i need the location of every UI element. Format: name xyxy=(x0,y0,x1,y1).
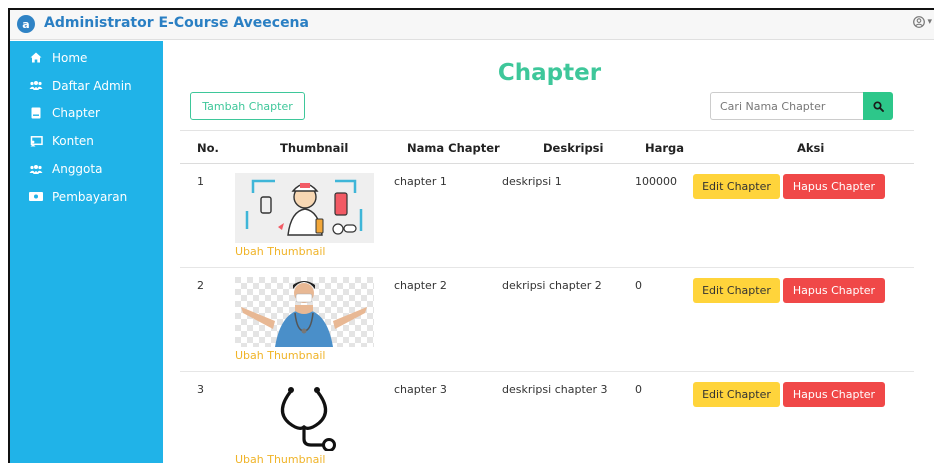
sidebar-item-konten[interactable]: Konten xyxy=(10,127,163,155)
table-row: 1 Ubah Thumbnail chapter 1 deskripsi 1 1… xyxy=(180,164,914,268)
sidebar-item-pembayaran[interactable]: Pembayaran xyxy=(10,183,163,211)
sidebar-item-label: Konten xyxy=(52,134,94,149)
row-number: 3 xyxy=(197,383,204,396)
user-menu[interactable]: ▾ xyxy=(913,16,932,28)
chapter-price: 0 xyxy=(635,279,642,292)
chapter-name: chapter 2 xyxy=(394,279,447,292)
top-navbar: a Administrator E-Course Aveecena ▾ xyxy=(10,10,934,40)
chapter-price: 0 xyxy=(635,383,642,396)
row-number: 1 xyxy=(197,175,204,188)
column-header-no: No. xyxy=(197,141,219,155)
thumbnail-image xyxy=(235,277,374,347)
add-chapter-button[interactable]: Tambah Chapter xyxy=(190,92,305,120)
delete-chapter-button[interactable]: Hapus Chapter xyxy=(783,278,885,303)
edit-chapter-button[interactable]: Edit Chapter xyxy=(693,382,780,407)
change-thumbnail-link[interactable]: Ubah Thumbnail xyxy=(235,453,325,463)
edit-chapter-button[interactable]: Edit Chapter xyxy=(693,174,780,199)
delete-chapter-button[interactable]: Hapus Chapter xyxy=(783,382,885,407)
sidebar: Home Daftar Admin Chapter Konten Anggota xyxy=(10,41,163,463)
sidebar-item-label: Anggota xyxy=(52,162,103,177)
chevron-down-icon: ▾ xyxy=(927,17,932,27)
page-title: Chapter xyxy=(497,60,602,86)
search-icon xyxy=(872,100,884,112)
sidebar-item-home[interactable]: Home xyxy=(10,44,163,72)
user-circle-icon xyxy=(913,16,926,28)
book-icon xyxy=(29,107,43,119)
sidebar-item-anggota[interactable]: Anggota xyxy=(10,155,163,183)
main-content: Chapter Tambah Chapter No. Thumbnail Nam… xyxy=(163,41,934,463)
chalkboard-icon xyxy=(29,135,43,147)
user-friends-icon xyxy=(29,164,43,175)
search-button[interactable] xyxy=(863,92,893,120)
thumbnail-image xyxy=(235,173,374,243)
chapter-description: deskripsi 1 xyxy=(502,175,562,188)
app-window: a Administrator E-Course Aveecena ▾ Home… xyxy=(8,8,934,463)
search-bar xyxy=(710,92,893,120)
column-header-deskripsi: Deskripsi xyxy=(543,141,604,155)
table-header: No. Thumbnail Nama Chapter Deskripsi Har… xyxy=(180,130,914,164)
thumbnail-image xyxy=(235,381,374,451)
table-row: 2 Ubah Thumbnail chapter 2 dekripsi chap… xyxy=(180,268,914,372)
row-number: 2 xyxy=(197,279,204,292)
chapter-description: deskripsi chapter 3 xyxy=(502,383,608,396)
sidebar-item-label: Daftar Admin xyxy=(52,78,132,93)
column-header-nama-chapter: Nama Chapter xyxy=(407,141,500,155)
chapter-description: dekripsi chapter 2 xyxy=(502,279,602,292)
sidebar-item-daftar-admin[interactable]: Daftar Admin xyxy=(10,72,163,100)
sidebar-item-label: Pembayaran xyxy=(52,189,128,204)
users-cog-icon xyxy=(29,80,43,91)
money-bill-icon xyxy=(29,192,43,202)
chapter-price: 100000 xyxy=(635,175,677,188)
change-thumbnail-link[interactable]: Ubah Thumbnail xyxy=(235,349,325,362)
column-header-thumbnail: Thumbnail xyxy=(280,141,349,155)
table-row: 3 Ubah Thumbnail chapter 3 deskripsi cha… xyxy=(180,372,914,463)
change-thumbnail-link[interactable]: Ubah Thumbnail xyxy=(235,245,325,258)
column-header-aksi: Aksi xyxy=(797,141,825,155)
brand-logo-icon: a xyxy=(17,15,35,33)
brand-title[interactable]: Administrator E-Course Aveecena xyxy=(44,15,309,31)
chapter-name: chapter 3 xyxy=(394,383,447,396)
search-input[interactable] xyxy=(710,92,863,120)
delete-chapter-button[interactable]: Hapus Chapter xyxy=(783,174,885,199)
edit-chapter-button[interactable]: Edit Chapter xyxy=(693,278,780,303)
sidebar-item-label: Chapter xyxy=(52,106,100,121)
home-icon xyxy=(29,52,43,63)
column-header-harga: Harga xyxy=(645,141,685,155)
sidebar-item-label: Home xyxy=(52,50,88,65)
sidebar-item-chapter[interactable]: Chapter xyxy=(10,100,163,128)
chapter-table: No. Thumbnail Nama Chapter Deskripsi Har… xyxy=(180,130,914,463)
chapter-name: chapter 1 xyxy=(394,175,447,188)
